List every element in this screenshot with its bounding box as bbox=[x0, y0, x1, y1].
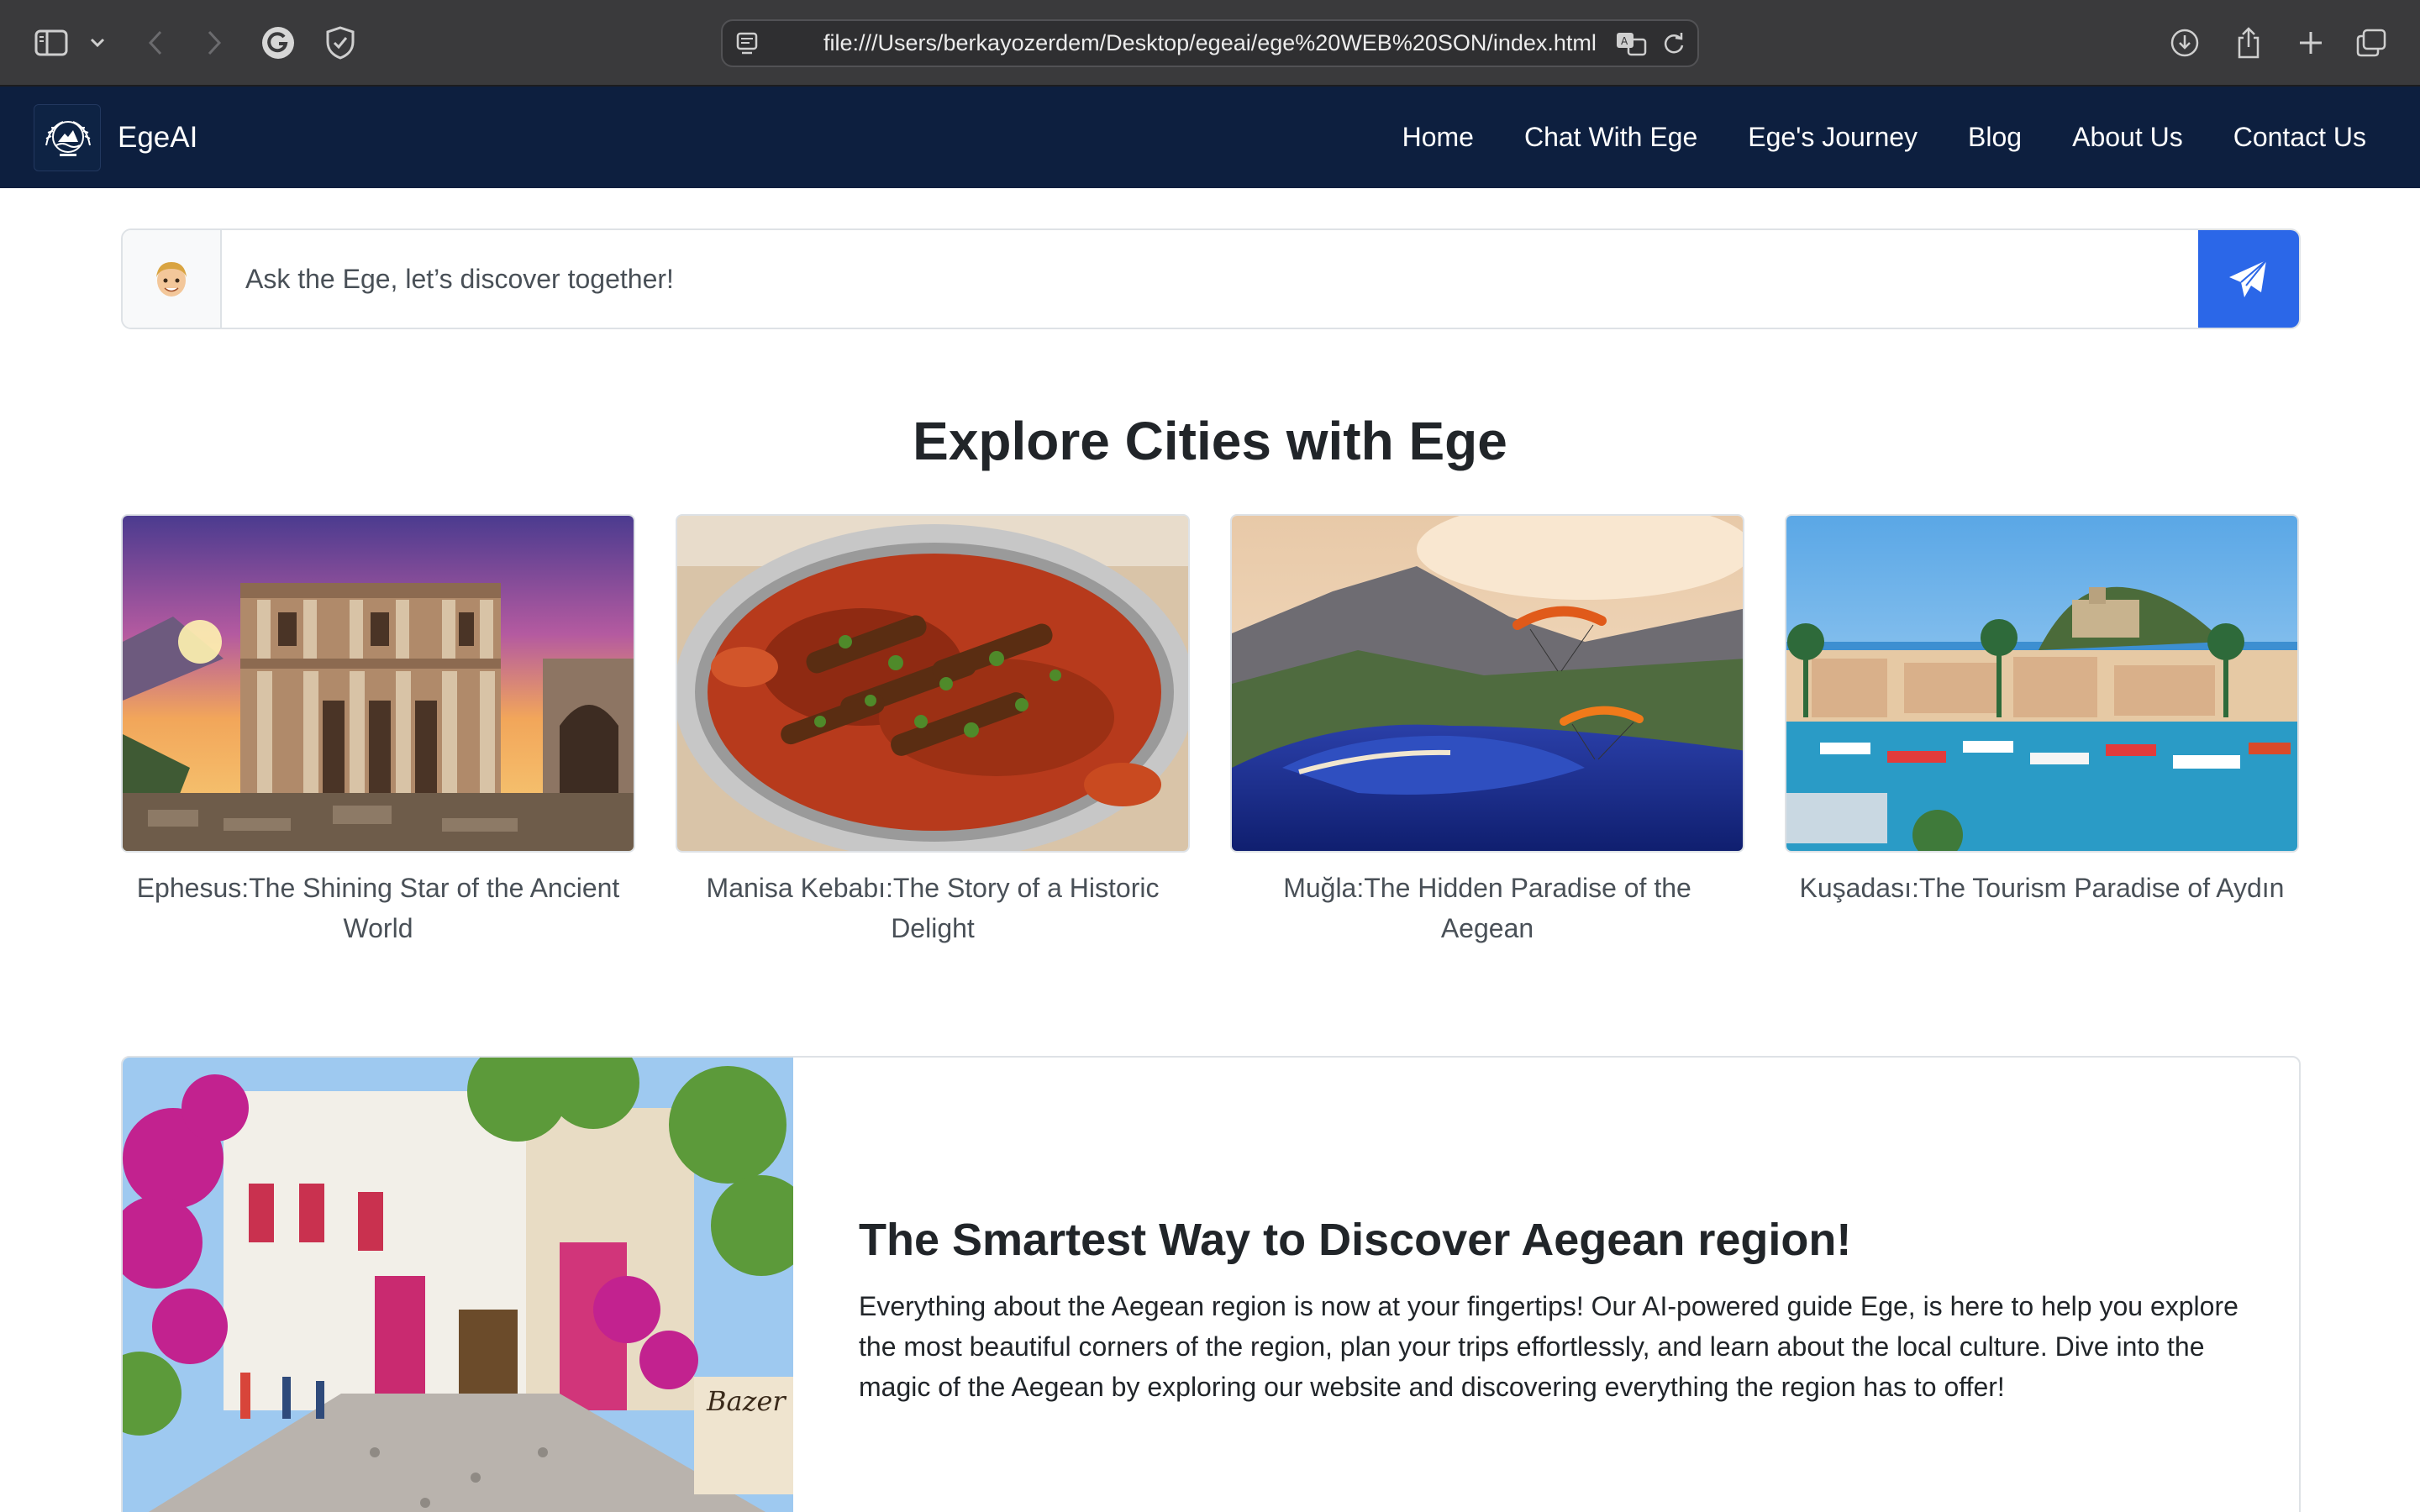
city-card-ephesus[interactable]: Ephesus:The Shining Star of the Ancient … bbox=[121, 514, 635, 948]
chevron-down-icon[interactable] bbox=[87, 22, 108, 64]
brand-logo[interactable] bbox=[34, 104, 101, 171]
card-image-mugla[interactable] bbox=[1230, 514, 1744, 853]
feature-image-alacati-street: Bazer bbox=[123, 1058, 812, 1512]
section-title: Explore Cities with Ege bbox=[913, 411, 1507, 471]
city-card-mugla[interactable]: Muğla:The Hidden Paradise of the Aegean bbox=[1230, 514, 1744, 948]
chat-search-input[interactable] bbox=[224, 230, 2200, 328]
site-navbar: EgeAI Home Chat With Ege Ege's Journey B… bbox=[0, 87, 2420, 188]
nav-link-chat-with-ege[interactable]: Chat With Ege bbox=[1524, 122, 1697, 153]
forward-icon[interactable] bbox=[202, 22, 227, 64]
download-icon[interactable] bbox=[2166, 22, 2203, 64]
card-caption[interactable]: Ephesus:The Shining Star of the Ancient … bbox=[121, 868, 635, 948]
send-button[interactable] bbox=[2198, 230, 2299, 328]
card-image-manisa-kebabi[interactable] bbox=[676, 514, 1190, 853]
paper-plane-icon bbox=[2229, 260, 2267, 297]
feature-title: The Smartest Way to Discover Aegean regi… bbox=[859, 1215, 1852, 1265]
share-icon[interactable] bbox=[2230, 22, 2267, 64]
new-tab-icon[interactable] bbox=[2292, 22, 2329, 64]
shield-icon[interactable] bbox=[321, 22, 360, 64]
nav-link-home[interactable]: Home bbox=[1402, 122, 1474, 153]
city-card-manisa-kebabi[interactable]: Manisa Kebabı:The Story of a Historic De… bbox=[676, 514, 1190, 948]
browser-toolbar: file:///Users/berkayozerdem/Desktop/egea… bbox=[0, 0, 2420, 87]
card-caption[interactable]: Kuşadası:The Tourism Paradise of Aydın bbox=[1785, 868, 2299, 908]
grammarly-icon[interactable] bbox=[259, 22, 297, 64]
nav-link-about-us[interactable]: About Us bbox=[2072, 122, 2183, 153]
city-card-kusadasi[interactable]: Kuşadası:The Tourism Paradise of Aydın bbox=[1785, 514, 2299, 908]
chat-search-bar bbox=[121, 228, 2301, 329]
nav-link-contact-us[interactable]: Contact Us bbox=[2233, 122, 2366, 153]
card-caption[interactable]: Manisa Kebabı:The Story of a Historic De… bbox=[676, 868, 1190, 948]
url-text[interactable]: file:///Users/berkayozerdem/Desktop/egea… bbox=[823, 21, 1597, 66]
feature-card: Bazer The Smartest Way to Discover Aegea… bbox=[121, 1056, 2301, 1512]
nav-link-eges-journey[interactable]: Ege's Journey bbox=[1748, 122, 1918, 153]
back-icon[interactable] bbox=[143, 22, 168, 64]
svg-text:A: A bbox=[1621, 35, 1628, 47]
card-image-kusadasi[interactable] bbox=[1785, 514, 2299, 853]
page-icon bbox=[734, 31, 760, 56]
memoji-avatar-icon bbox=[123, 230, 222, 328]
translate-icon[interactable]: A bbox=[1615, 30, 1647, 57]
tab-overview-icon[interactable] bbox=[2353, 22, 2390, 64]
feature-text: Everything about the Aegean region is no… bbox=[859, 1291, 2238, 1402]
card-caption[interactable]: Muğla:The Hidden Paradise of the Aegean bbox=[1230, 868, 1744, 948]
brand-name[interactable]: EgeAI bbox=[118, 87, 197, 188]
nav-links: Home Chat With Ege Ege's Journey Blog Ab… bbox=[1352, 87, 2366, 188]
sidebar-icon[interactable] bbox=[32, 22, 71, 64]
card-image-ephesus[interactable] bbox=[121, 514, 635, 853]
svg-text:Bazer: Bazer bbox=[706, 1385, 786, 1417]
reload-icon[interactable] bbox=[1662, 32, 1686, 55]
nav-link-blog[interactable]: Blog bbox=[1968, 122, 2022, 153]
address-bar[interactable]: file:///Users/berkayozerdem/Desktop/egea… bbox=[721, 19, 1699, 67]
